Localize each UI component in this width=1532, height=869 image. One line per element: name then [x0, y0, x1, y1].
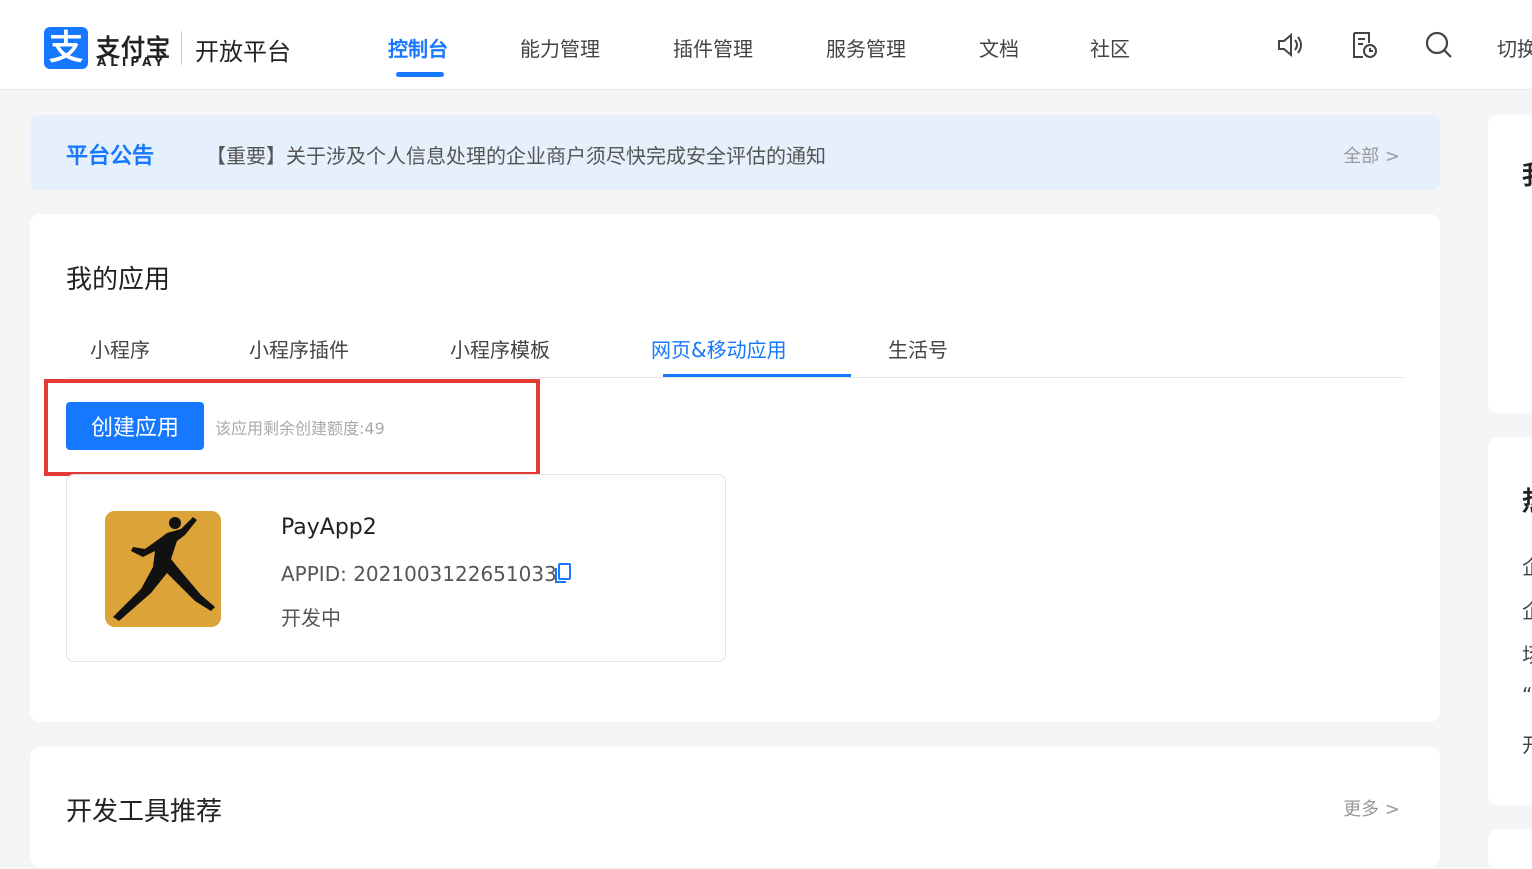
top-header: 支 支付宝 ALIPAY 开放平台 控制台 能力管理 插件管理 服务管理 文档 … [0, 0, 1532, 90]
announcement-bar: 平台公告 【重要】关于涉及个人信息处理的企业商户须尽快完成安全评估的通知 全部 … [30, 115, 1440, 190]
right-hot-item[interactable]: 企 [1522, 595, 1532, 624]
announcement-text[interactable]: 【重要】关于涉及个人信息处理的企业商户须尽快完成安全评估的通知 [206, 140, 826, 169]
logo-divider [181, 31, 182, 65]
app-card[interactable]: PayApp2 APPID: 2021003122651033 开发中 [66, 474, 726, 662]
right-panel-card: 我 [1488, 115, 1532, 413]
tab-life-account[interactable]: 生活号 [888, 334, 948, 363]
platform-title[interactable]: 开放平台 [195, 32, 291, 67]
tab-mini-program[interactable]: 小程序 [90, 334, 150, 363]
nav-active-indicator [396, 72, 444, 77]
dev-tools-title: 开发工具推荐 [66, 797, 223, 827]
app-logo-image[interactable] [105, 511, 221, 627]
tab-mini-program-plugin[interactable]: 小程序插件 [249, 334, 349, 363]
document-clock-icon[interactable] [1349, 30, 1379, 60]
right-hot-item[interactable]: 场 [1522, 639, 1532, 668]
right-hot-title: 热 [1522, 481, 1532, 518]
switch-account-link[interactable]: 切换 [1497, 33, 1532, 62]
tab-active-indicator [663, 374, 851, 377]
my-apps-card: 我的应用 小程序 小程序插件 小程序模板 网页&移动应用 生活号 创建应用 该应… [30, 214, 1440, 722]
right-hot-item[interactable]: “ [1522, 683, 1532, 707]
alipay-logo-icon[interactable]: 支 [44, 27, 88, 69]
app-status: 开发中 [281, 606, 341, 630]
right-panel-card-bottom [1488, 829, 1532, 869]
nav-item-docs[interactable]: 文档 [979, 33, 1019, 62]
create-quota-text: 该应用剩余创建额度:49 [215, 419, 385, 438]
dev-tools-more-link[interactable]: 更多 > [1343, 795, 1400, 821]
app-id-text: APPID: 2021003122651033 [281, 562, 557, 586]
right-card-title: 我 [1522, 155, 1532, 192]
search-icon[interactable] [1424, 30, 1454, 60]
copy-icon[interactable] [553, 562, 573, 584]
my-apps-title: 我的应用 [66, 265, 171, 295]
announcement-all-link[interactable]: 全部 > [1343, 142, 1400, 168]
tab-mini-program-template[interactable]: 小程序模板 [450, 334, 550, 363]
create-app-button[interactable]: 创建应用 [66, 402, 204, 450]
nav-item-services[interactable]: 服务管理 [826, 33, 906, 62]
announcement-tag: 平台公告 [66, 144, 155, 169]
nav-item-console[interactable]: 控制台 [388, 33, 448, 62]
tab-web-mobile-app[interactable]: 网页&移动应用 [651, 334, 787, 363]
right-panel-hot-card: 热 企 企 场 “ 开 [1488, 437, 1532, 805]
nav-item-community[interactable]: 社区 [1090, 33, 1130, 62]
right-hot-item[interactable]: 开 [1522, 729, 1532, 758]
right-hot-item[interactable]: 企 [1522, 551, 1532, 580]
app-type-tabs: 小程序 小程序插件 小程序模板 网页&移动应用 生活号 [66, 330, 1404, 378]
logo-text-en[interactable]: ALIPAY [97, 55, 167, 69]
nav-item-plugins[interactable]: 插件管理 [673, 33, 753, 62]
dev-tools-card: 开发工具推荐 更多 > [30, 747, 1440, 867]
nav-item-capability[interactable]: 能力管理 [520, 33, 600, 62]
speaker-icon[interactable] [1275, 30, 1305, 60]
app-name[interactable]: PayApp2 [281, 515, 377, 540]
